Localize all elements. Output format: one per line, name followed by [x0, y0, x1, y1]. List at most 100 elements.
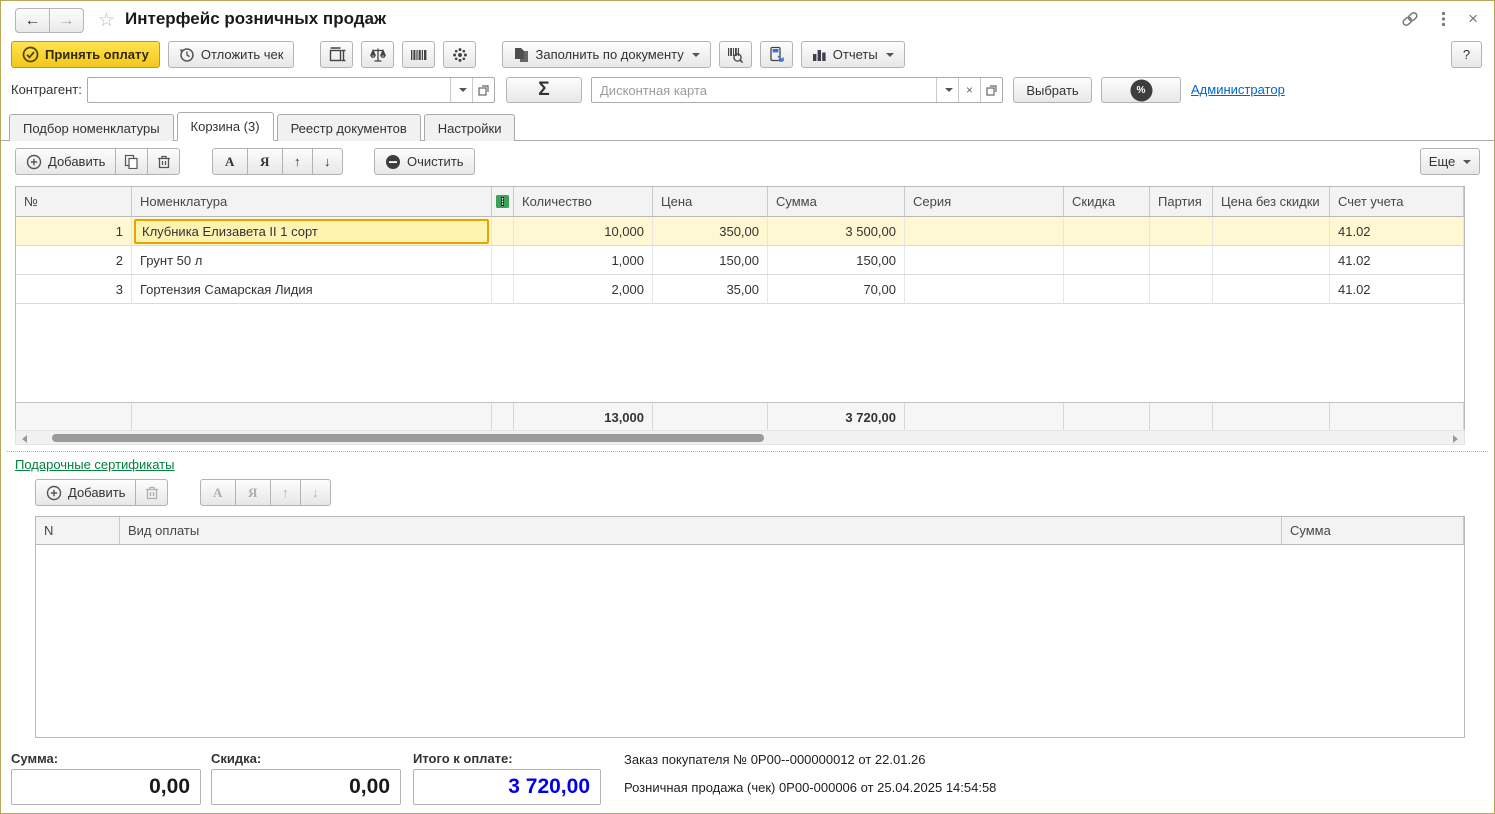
col-discount[interactable]: Скидка — [1064, 187, 1150, 217]
col-payment-type[interactable]: Вид оплаты — [120, 517, 1282, 545]
cart-copy-button[interactable] — [115, 148, 148, 175]
col-qty[interactable]: Количество — [514, 187, 653, 217]
trash-icon — [157, 154, 171, 169]
link-icon[interactable] — [1401, 11, 1419, 27]
col-price-no-discount[interactable]: Цена без скидки — [1213, 187, 1330, 217]
horizontal-scrollbar[interactable] — [15, 430, 1465, 445]
sort-asc-button[interactable]: А — [212, 148, 248, 175]
back-button[interactable]: ← — [15, 8, 50, 33]
percent-badge-icon: % — [1132, 81, 1151, 100]
help-button[interactable]: ? — [1451, 41, 1482, 68]
discounts-button[interactable]: % — [1101, 77, 1181, 103]
cart-add-button[interactable]: Добавить — [15, 148, 116, 175]
more-menu-icon[interactable] — [1441, 11, 1446, 27]
col-marker[interactable] — [492, 187, 514, 217]
dropdown-caret-icon — [692, 53, 700, 57]
discount-card-clear-button[interactable]: × — [958, 78, 980, 102]
move-down-button[interactable]: ↓ — [312, 148, 343, 175]
cell-batch — [1150, 217, 1213, 246]
bar-chart-icon — [812, 48, 827, 62]
col-name[interactable]: Номенклатура — [132, 187, 492, 217]
snowflake-button[interactable] — [443, 41, 476, 68]
check-circle-icon — [22, 46, 39, 63]
gift-certificates-link[interactable]: Подарочные сертификаты — [15, 457, 174, 472]
footer-discount-field[interactable]: 0,00 — [211, 769, 401, 805]
cart-clear-label: Очистить — [407, 154, 464, 169]
total-account — [1330, 402, 1464, 431]
tab-document-registry[interactable]: Реестр документов — [277, 114, 421, 141]
tab-cart[interactable]: Корзина (3) — [177, 112, 274, 141]
footer-total-field[interactable]: 3 720,00 — [413, 769, 601, 805]
cert-move-down-button[interactable]: ↓ — [300, 479, 331, 506]
payment-terminal-button[interactable] — [760, 41, 793, 68]
tab-nomenclature-pick[interactable]: Подбор номенклатуры — [9, 114, 174, 141]
sort-desc-button[interactable]: Я — [247, 148, 283, 175]
cell-price: 35,00 — [653, 275, 768, 304]
table-row[interactable]: 3 Гортензия Самарская Лидия 2,000 35,00 … — [16, 275, 1464, 304]
cell-sum: 150,00 — [768, 246, 905, 275]
col-n[interactable]: N — [36, 517, 120, 545]
defer-receipt-label: Отложить чек — [201, 47, 284, 62]
accept-payment-button[interactable]: Принять оплату — [11, 41, 160, 68]
col-num[interactable]: № — [16, 187, 132, 217]
discount-card-input[interactable] — [592, 78, 936, 102]
close-icon[interactable]: × — [1468, 11, 1478, 27]
cert-add-button[interactable]: Добавить — [35, 479, 136, 506]
fill-by-document-button[interactable]: Заполнить по документу — [502, 41, 710, 68]
table-row[interactable]: 2 Грунт 50 л 1,000 150,00 150,00 41.02 — [16, 246, 1464, 275]
discount-card-open-button[interactable] — [980, 78, 1002, 102]
focused-cell[interactable]: Клубника Елизавета II 1 сорт — [134, 219, 489, 244]
sigma-icon: Σ — [538, 79, 549, 101]
scroll-right-icon[interactable] — [1453, 435, 1458, 443]
col-pay-sum[interactable]: Сумма — [1282, 517, 1464, 545]
favorite-star-icon[interactable]: ☆ — [98, 9, 115, 32]
nomenclature-marker-icon — [496, 195, 509, 208]
table-row-selected[interactable]: 1 Клубника Елизавета II 1 сорт 10,000 35… — [16, 217, 1464, 246]
arrow-up-icon: ↑ — [294, 154, 301, 169]
barcode-button[interactable] — [402, 41, 435, 68]
cert-sort-desc-button[interactable]: Я — [235, 479, 271, 506]
move-up-button[interactable]: ↑ — [282, 148, 313, 175]
col-price[interactable]: Цена — [653, 187, 768, 217]
sum-sigma-button[interactable]: Σ — [506, 77, 582, 103]
cart-more-button[interactable]: Еще — [1420, 148, 1480, 175]
col-sum[interactable]: Сумма — [768, 187, 905, 217]
counterparty-dropdown-button[interactable] — [450, 78, 472, 102]
section-splitter[interactable] — [7, 451, 1488, 452]
counterparty-input[interactable] — [88, 78, 450, 102]
col-batch[interactable]: Партия — [1150, 187, 1213, 217]
defer-receipt-button[interactable]: Отложить чек — [168, 41, 295, 68]
footer-sum-field[interactable]: 0,00 — [11, 769, 201, 805]
discount-card-dropdown-button[interactable] — [936, 78, 958, 102]
tab-settings[interactable]: Настройки — [424, 114, 516, 141]
cert-sort-asc-button[interactable]: А — [200, 479, 236, 506]
scroll-left-icon[interactable] — [22, 435, 27, 443]
select-card-button[interactable]: Выбрать — [1013, 77, 1092, 103]
counterparty-open-button[interactable] — [472, 78, 494, 102]
cell-sum: 3 500,00 — [768, 217, 905, 246]
chevron-down-icon — [945, 88, 953, 92]
cell-name: Гортензия Самарская Лидия — [132, 275, 492, 304]
accept-payment-label: Принять оплату — [45, 47, 149, 62]
title-bar: ← → ☆ Интерфейс розничных продаж × — [1, 1, 1494, 39]
col-account[interactable]: Счет учета — [1330, 187, 1464, 217]
clock-history-icon — [179, 47, 195, 63]
scrollbar-thumb[interactable] — [52, 434, 764, 442]
cell-account: 41.02 — [1330, 217, 1464, 246]
cart-clear-button[interactable]: Очистить — [374, 148, 475, 175]
barcode-search-button[interactable] — [719, 41, 752, 68]
forward-button[interactable]: → — [49, 8, 84, 33]
col-series[interactable]: Серия — [905, 187, 1064, 217]
cart-delete-button[interactable] — [147, 148, 180, 175]
receipt-info: Розничная продажа (чек) 0Р00-000006 от 2… — [624, 780, 996, 795]
cert-move-up-button[interactable]: ↑ — [270, 479, 301, 506]
cell-marker — [492, 217, 514, 246]
user-link[interactable]: Администратор — [1191, 82, 1285, 97]
cell-discount — [1064, 217, 1150, 246]
dimensions-button[interactable] — [320, 41, 353, 68]
total-series — [905, 402, 1064, 431]
cert-delete-button[interactable] — [135, 479, 168, 506]
dropdown-caret-icon — [1463, 160, 1471, 164]
scales-button[interactable] — [361, 41, 394, 68]
reports-button[interactable]: Отчеты — [801, 41, 905, 68]
